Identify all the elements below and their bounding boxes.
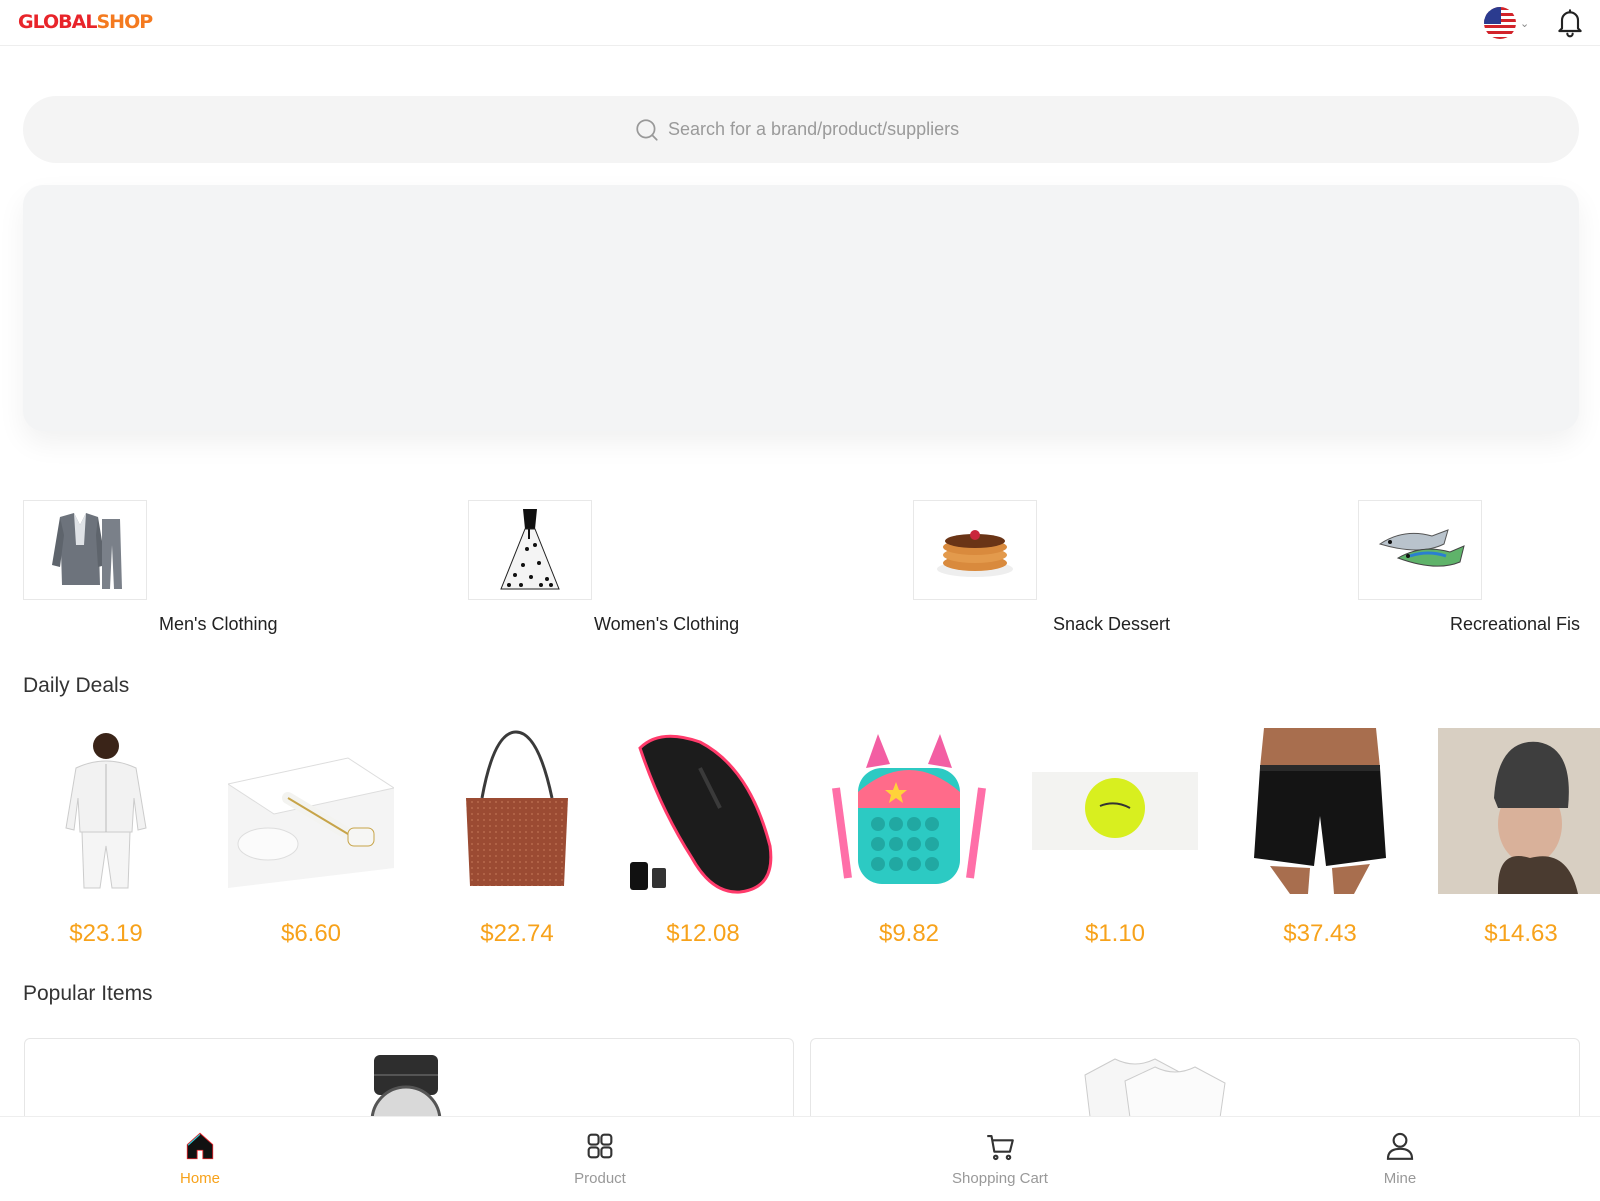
- promo-banner[interactable]: [23, 185, 1579, 431]
- unicorn-pop-bag-image: [826, 728, 992, 894]
- deal-price: $23.19: [69, 920, 143, 947]
- category-label: Snack Dessert: [1053, 614, 1171, 634]
- tab-home[interactable]: Home: [0, 1117, 400, 1201]
- deal-item[interactable]: $23.19: [23, 728, 189, 948]
- category-label: Women's Clothing: [594, 614, 740, 634]
- white-tracksuit-image: [23, 728, 189, 894]
- pancake-image: [913, 500, 1037, 600]
- category-label: Recreational Fis: [1450, 614, 1580, 634]
- deal-price: $12.08: [666, 920, 740, 947]
- category-label: Men's Clothing: [159, 614, 278, 634]
- knit-beanie-image: [1438, 728, 1600, 894]
- category-womens-clothing[interactable]: Women's Clothing: [468, 500, 888, 640]
- deal-price: $14.63: [1484, 920, 1558, 947]
- black-shorts-image: [1237, 728, 1403, 894]
- deal-item[interactable]: $14.63: [1438, 728, 1600, 948]
- tab-product[interactable]: Product: [400, 1117, 800, 1201]
- wireless-mouse-image: [620, 728, 786, 894]
- language-selector[interactable]: ⌄: [1484, 6, 1540, 40]
- cart-icon: [987, 1135, 1014, 1161]
- dress-image: [468, 500, 592, 600]
- tab-mine[interactable]: Mine: [1200, 1117, 1600, 1201]
- tab-label: Home: [179, 1170, 220, 1187]
- white-tshirt-image: [1084, 1058, 1226, 1125]
- deal-item[interactable]: $6.60: [228, 728, 394, 948]
- bottom-tab-bar: Home Product Shopping Cart Mine: [0, 1116, 1600, 1200]
- grid-icon: [587, 1133, 613, 1159]
- category-snack-dessert[interactable]: Snack Dessert: [913, 500, 1333, 640]
- golf-ball-image: [1032, 728, 1198, 894]
- top-bar: GLOBALSHOP ⌄: [0, 0, 1600, 46]
- search-input[interactable]: [668, 119, 968, 140]
- tab-shopping-cart[interactable]: Shopping Cart: [800, 1117, 1200, 1201]
- user-icon: [1386, 1132, 1414, 1160]
- category-mens-clothing[interactable]: Men's Clothing: [23, 500, 443, 640]
- popular-items-title: Popular Items: [23, 982, 153, 1005]
- deal-item[interactable]: $9.82: [826, 728, 992, 948]
- jade-roller-image: [228, 728, 394, 894]
- deal-price: $1.10: [1084, 920, 1146, 947]
- deal-price: $6.60: [280, 920, 342, 947]
- deal-price: $22.74: [480, 920, 554, 947]
- logo[interactable]: GLOBALSHOP: [18, 11, 153, 33]
- bell-icon[interactable]: [1554, 7, 1586, 39]
- deal-item[interactable]: $12.08: [620, 728, 786, 948]
- deal-item[interactable]: $1.10: [1032, 728, 1198, 948]
- search-icon: [636, 118, 658, 141]
- daily-deals-title: Daily Deals: [23, 674, 130, 697]
- tab-label: Product: [574, 1170, 626, 1187]
- logo-text-global: GLOBAL: [18, 11, 97, 33]
- search-bar[interactable]: [23, 96, 1579, 163]
- us-flag-icon: [1484, 7, 1516, 39]
- deal-price: $37.43: [1283, 920, 1357, 947]
- deal-item[interactable]: $37.43: [1237, 728, 1403, 948]
- chevron-down-icon: ⌄: [1520, 17, 1530, 30]
- tab-label: Shopping Cart: [952, 1170, 1048, 1187]
- watch-image: [370, 1055, 442, 1125]
- home-icon: [186, 1132, 214, 1160]
- logo-text-shop: SHOP: [96, 11, 153, 33]
- deal-price: $9.82: [878, 920, 940, 947]
- category-recreational-fishing[interactable]: Recreational Fis: [1358, 500, 1580, 640]
- brown-handbag-image: [434, 728, 600, 894]
- tab-label: Mine: [1383, 1170, 1417, 1187]
- suit-image: [23, 500, 147, 600]
- deal-item[interactable]: $22.74: [434, 728, 600, 948]
- fishing-lure-image: [1358, 500, 1482, 600]
